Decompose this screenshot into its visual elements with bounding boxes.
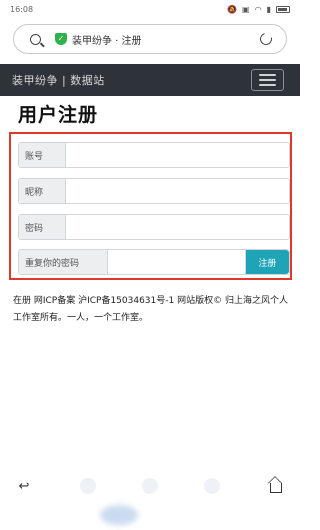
- site-navbar: 装甲纷争 | 数据站: [0, 64, 300, 96]
- page-title: 用户注册: [18, 104, 99, 126]
- status-icons: 🔕 ▣ ◠ ▮: [227, 5, 290, 14]
- mute-icon: 🔕: [227, 4, 238, 14]
- nav-placeholder-icon: [80, 478, 96, 494]
- account-field: 账号: [18, 142, 290, 168]
- hamburger-line: [259, 79, 276, 81]
- system-bottom-nav: ↩: [0, 470, 300, 502]
- password-input[interactable]: [66, 215, 289, 239]
- status-time: 16:08: [10, 4, 34, 14]
- repeat-password-label: 重复你的密码: [19, 250, 108, 274]
- reload-icon[interactable]: [257, 30, 275, 48]
- repeat-password-field: 重复你的密码 注册: [18, 249, 290, 275]
- url-text[interactable]: 装甲纷争 · 注册: [72, 32, 260, 47]
- password-label: 密码: [19, 215, 66, 239]
- repeat-password-input[interactable]: [107, 250, 246, 274]
- account-input[interactable]: [66, 143, 289, 167]
- signal-icon: ▮: [266, 4, 271, 14]
- nav-placeholder-icon: [204, 478, 220, 494]
- footer-copyright: 在册 网ICP备案 沪ICP备15034631号-1 网站版权© 归上海之风个人…: [13, 296, 288, 323]
- decorative-blur: [100, 505, 138, 525]
- status-bar: 16:08 🔕 ▣ ◠ ▮: [0, 0, 300, 18]
- account-label: 账号: [19, 143, 66, 167]
- back-icon[interactable]: ↩: [14, 476, 34, 496]
- nickname-label: 昵称: [19, 179, 66, 203]
- search-icon[interactable]: [30, 33, 41, 45]
- registration-form: 账号 昵称 密码 重复你的密码 注册: [9, 132, 292, 280]
- password-field: 密码: [18, 214, 290, 240]
- battery-icon: [276, 5, 290, 13]
- nickname-field: 昵称: [18, 178, 290, 204]
- site-brand[interactable]: 装甲纷争 | 数据站: [12, 72, 251, 88]
- browser-address-bar[interactable]: ✓ 装甲纷争 · 注册: [13, 24, 287, 54]
- hamburger-line: [259, 74, 276, 76]
- nfc-icon: ▣: [242, 4, 250, 14]
- nickname-input[interactable]: [66, 179, 289, 203]
- shield-check-icon: ✓: [55, 33, 67, 45]
- home-icon[interactable]: [266, 476, 286, 496]
- register-button[interactable]: 注册: [245, 250, 289, 274]
- hamburger-line: [259, 84, 276, 86]
- nav-placeholder-icon: [142, 478, 158, 494]
- hamburger-menu-icon[interactable]: [251, 69, 284, 91]
- wifi-icon: ◠: [254, 4, 262, 14]
